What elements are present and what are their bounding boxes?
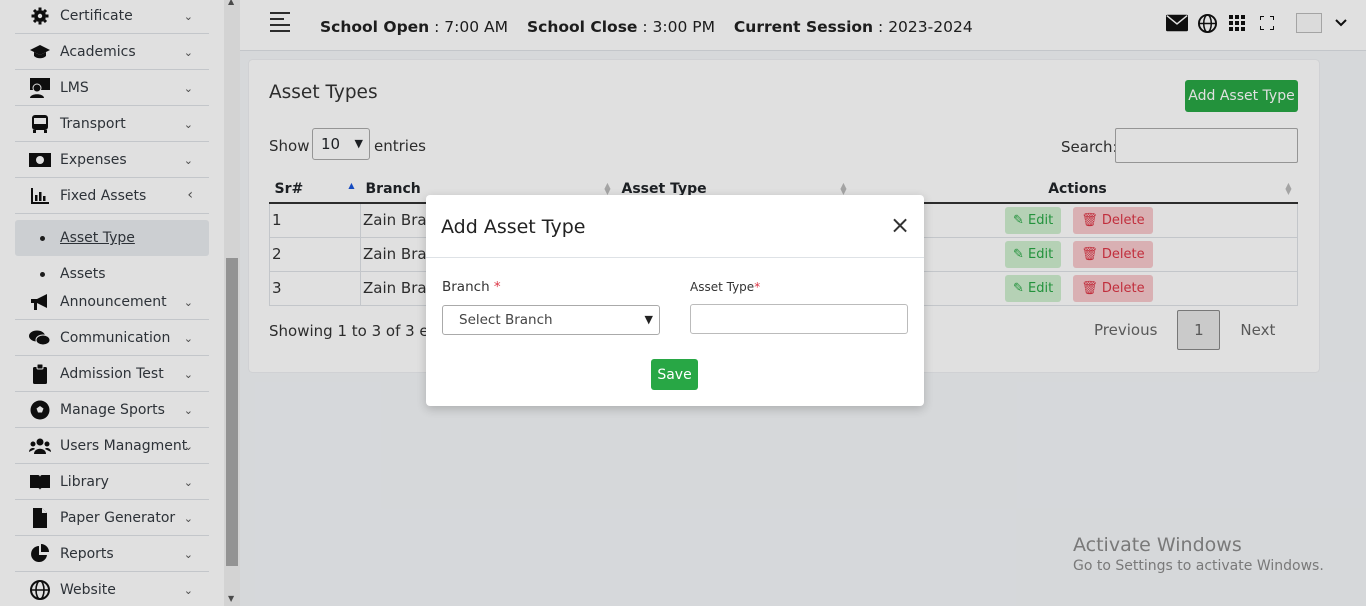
modal-title: Add Asset Type [441, 216, 586, 238]
branch-label: Branch * [442, 279, 501, 295]
asset-type-input[interactable] [690, 304, 908, 334]
asset-type-label: Asset Type* [690, 280, 760, 294]
divider [426, 257, 924, 258]
add-asset-type-modal: Add Asset Type × Branch * Select Branch … [426, 195, 924, 406]
asset-type-label-text: Asset Type [690, 280, 755, 294]
branch-label-text: Branch [442, 279, 490, 295]
branch-select-value: Select Branch [459, 312, 553, 328]
required-mark: * [493, 279, 501, 295]
chevron-down-icon: ▼ [644, 313, 653, 326]
required-mark: * [754, 280, 761, 294]
branch-select[interactable]: Select Branch ▼ [442, 305, 660, 335]
save-button[interactable]: Save [651, 359, 698, 390]
close-icon[interactable]: × [890, 213, 910, 237]
